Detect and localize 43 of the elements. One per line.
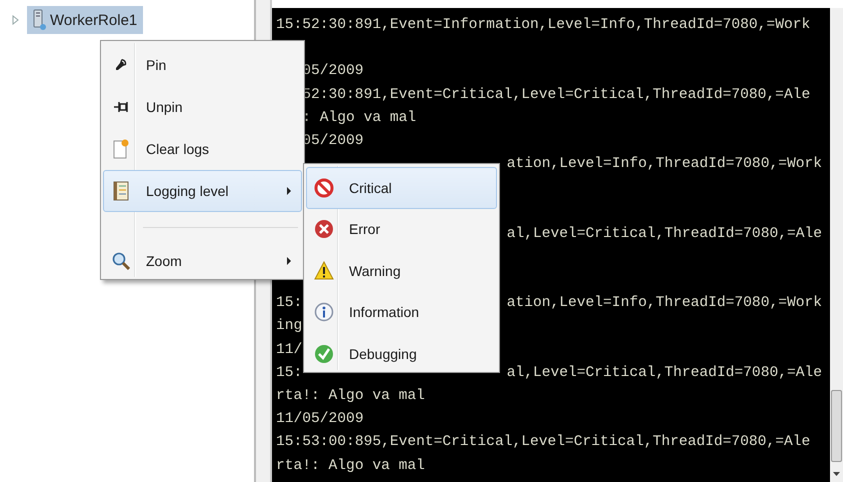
no-entry-icon <box>314 178 334 198</box>
menu-item[interactable]: Warning <box>306 250 497 292</box>
log-line: 15: <box>276 294 302 314</box>
log-line: ation,Level=Info,ThreadId=7080,=Work <box>506 155 822 174</box>
menu-item[interactable]: Zoom <box>103 240 302 282</box>
check-icon <box>314 344 334 364</box>
menu-item[interactable]: Unpin <box>103 86 302 128</box>
notebook-icon <box>113 181 129 201</box>
expander-icon[interactable] <box>12 15 19 25</box>
server-icon <box>31 9 47 31</box>
menu-item[interactable]: Pin <box>103 44 302 86</box>
log-line: 15: <box>276 364 302 383</box>
scrollbar[interactable] <box>830 8 843 482</box>
submenu-arrow-icon <box>287 257 291 265</box>
error-icon <box>314 219 334 240</box>
log-line: al,Level=Critical,ThreadId=7080,=Ale <box>506 224 822 244</box>
log-line: 15:52:30:891,Event=Information,Level=Info,ThreadId=7080,=Work <box>276 17 810 33</box>
menu-item[interactable]: Clear logs <box>103 128 302 170</box>
log-line: al,Level=Critical,ThreadId=7080,=Ale <box>506 364 822 383</box>
menu-item[interactable]: Debugging <box>306 333 497 374</box>
tree-item[interactable]: WorkerRole1 <box>27 6 144 34</box>
menu-item[interactable]: Logging level <box>103 170 302 212</box>
scroll-down-icon[interactable] <box>833 472 840 476</box>
submenu-arrow-icon <box>287 187 291 195</box>
log-line: ing <box>276 318 302 334</box>
log-line: 11/05/2009 <box>276 411 364 428</box>
log-line: rta!: Algo va mal <box>276 458 425 474</box>
log-line: ation,Level=Info,ThreadId=7080,=Work <box>506 294 822 314</box>
scrollbar-thumb[interactable] <box>831 390 842 462</box>
log-line: 11/ <box>276 342 302 358</box>
log-line: : Algo va mal <box>302 110 416 126</box>
search-icon <box>112 252 130 270</box>
log-line: 15:53:00:895,Event=Critical,Level=Critical,ThreadId=7080,=Ale <box>276 434 810 450</box>
pushpin-icon <box>114 58 128 72</box>
log-line: 52:30:891,Event=Critical,Level=Critical,ThreadId=7080,=Ale <box>302 86 810 103</box>
menu-item[interactable]: Information <box>306 292 497 333</box>
menu-item[interactable]: Error <box>306 208 497 250</box>
log-line: rta!: Algo va mal <box>276 388 425 404</box>
info-icon <box>314 302 334 322</box>
page-icon <box>113 139 129 159</box>
sideways-pin-icon <box>114 101 128 113</box>
warning-icon <box>314 261 334 280</box>
menu-item[interactable]: Critical <box>306 167 497 208</box>
